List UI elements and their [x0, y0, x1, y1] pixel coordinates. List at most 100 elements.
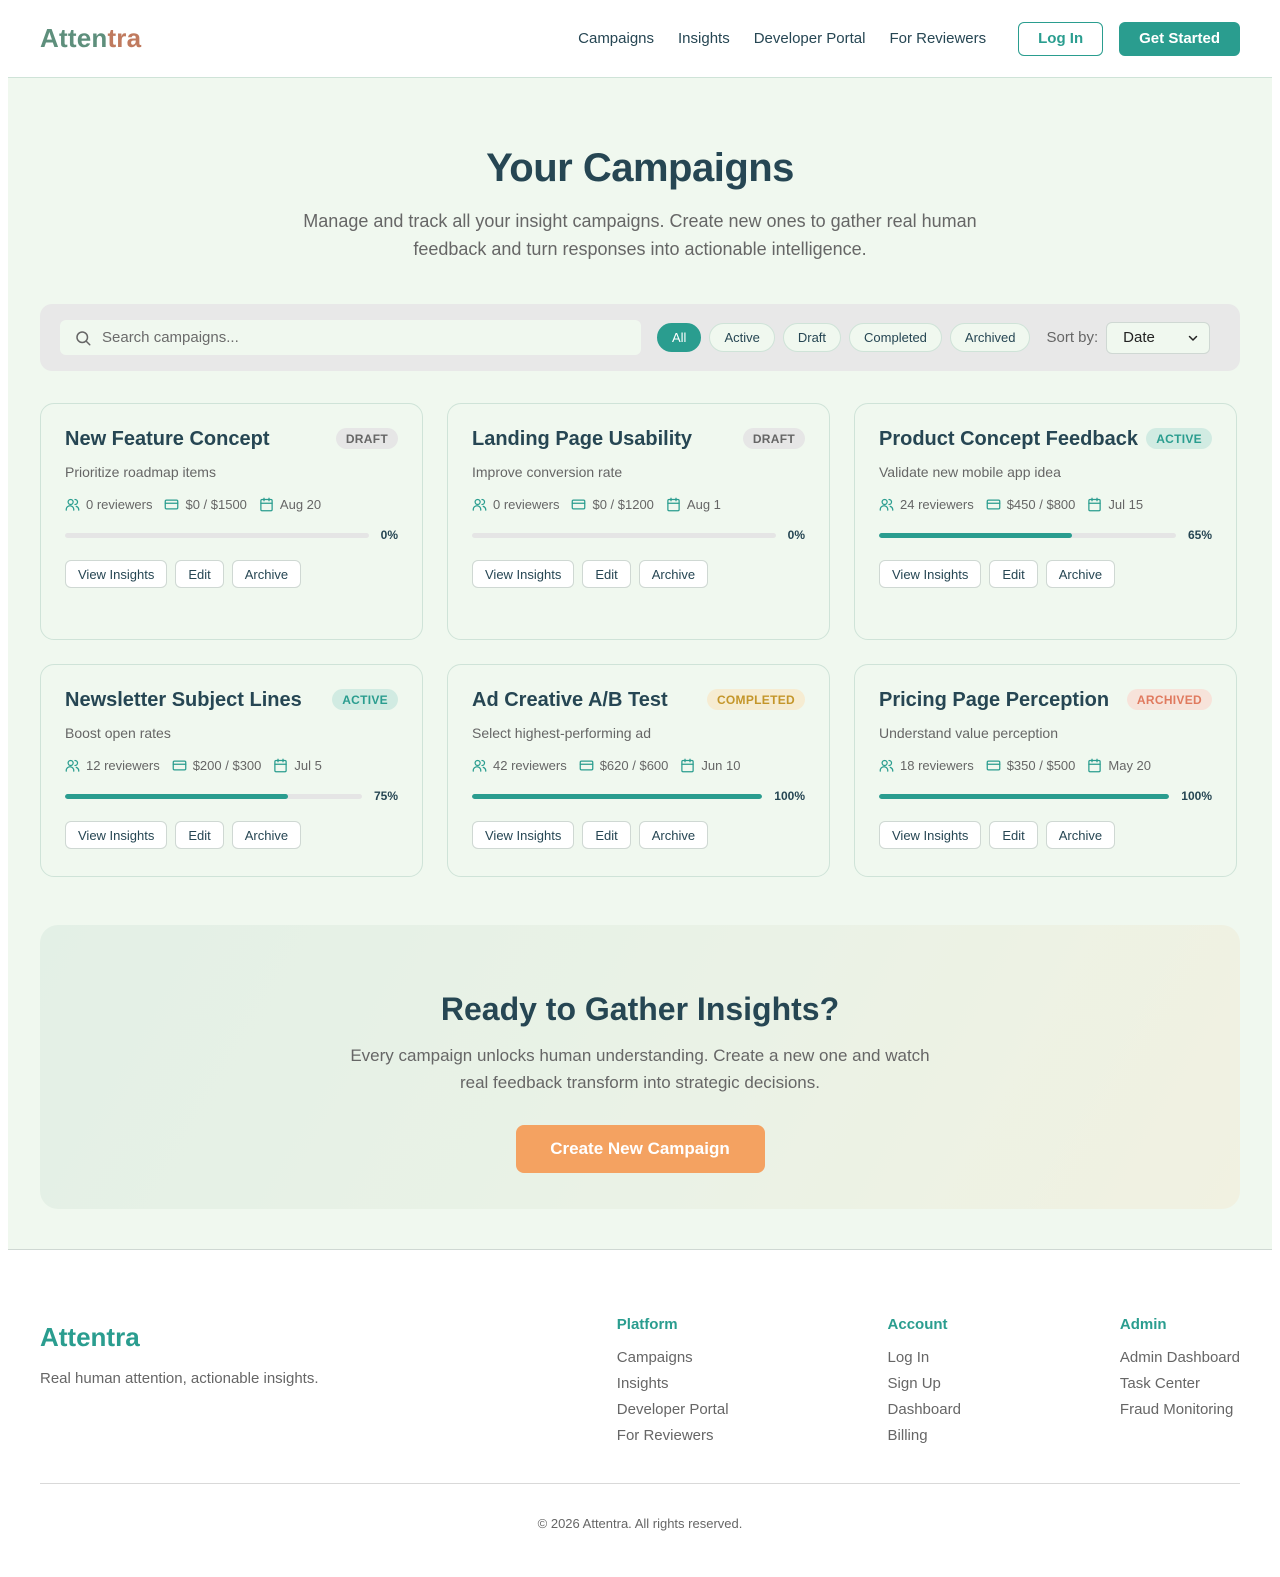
- cta-panel: Ready to Gather Insights? Every campaign…: [40, 925, 1240, 1209]
- nav-link-campaigns[interactable]: Campaigns: [578, 30, 654, 47]
- campaign-title[interactable]: Ad Creative A/B Test: [472, 689, 668, 712]
- progress-track: [472, 532, 776, 538]
- budget-text: $0 / $1200: [592, 497, 654, 512]
- budget: $620 / $600: [579, 758, 669, 773]
- edit-button[interactable]: Edit: [175, 560, 224, 588]
- campaign-description: Understand value perception: [879, 725, 1059, 741]
- budget-text: $350 / $500: [1006, 758, 1076, 773]
- view-insights-button[interactable]: View Insights: [472, 560, 575, 588]
- footer-link[interactable]: Campaigns: [617, 1345, 729, 1371]
- campaign-meta: 0 reviewers $0 / $1500 Aug 20: [65, 497, 398, 512]
- credit-card-icon: [986, 760, 1001, 771]
- progress: 75%: [65, 789, 398, 803]
- campaign-card[interactable]: Landing Page Usability DRAFT Improve con…: [447, 403, 830, 640]
- brand-logo[interactable]: Attentra: [40, 23, 141, 54]
- date-text: Aug 1: [686, 497, 721, 512]
- budget: $0 / $1200: [571, 497, 654, 512]
- archive-button[interactable]: Archive: [1045, 560, 1116, 588]
- page-title: Your Campaigns: [486, 146, 794, 190]
- progress-track: [472, 793, 763, 799]
- view-insights-button[interactable]: View Insights: [879, 560, 982, 588]
- users-icon: [472, 498, 487, 511]
- view-insights-button[interactable]: View Insights: [65, 560, 168, 588]
- campaign-card[interactable]: Pricing Page Perception ARCHIVED Underst…: [854, 664, 1237, 877]
- create-campaign-button[interactable]: Create New Campaign: [515, 1125, 765, 1173]
- due-date: Aug 20: [259, 497, 321, 512]
- reviewers-count: 24 reviewers: [879, 497, 974, 512]
- progress-track: [65, 793, 362, 799]
- users-icon: [472, 759, 487, 772]
- site-header: Attentra Campaigns Insights Developer Po…: [8, 0, 1272, 78]
- campaign-card[interactable]: New Feature Concept DRAFT Prioritize roa…: [40, 403, 423, 640]
- campaign-card[interactable]: Product Concept Feedback ACTIVE Validate…: [854, 403, 1237, 640]
- archive-button[interactable]: Archive: [1045, 821, 1116, 849]
- campaign-title[interactable]: Newsletter Subject Lines: [65, 689, 302, 712]
- campaign-card-wrapper: New Feature Concept DRAFT Prioritize roa…: [40, 403, 423, 640]
- due-date: Jul 15: [1087, 497, 1143, 512]
- progress: 65%: [879, 528, 1212, 542]
- search-input[interactable]: [102, 329, 602, 346]
- progress-fill: [879, 532, 1073, 538]
- archive-button[interactable]: Archive: [638, 821, 709, 849]
- filter-chip-all[interactable]: All: [657, 323, 702, 352]
- view-insights-button[interactable]: View Insights: [879, 821, 982, 849]
- copyright: © 2026 Attentra. All rights reserved.: [537, 1516, 743, 1531]
- campaign-title[interactable]: New Feature Concept: [65, 428, 269, 451]
- edit-button[interactable]: Edit: [989, 821, 1038, 849]
- sort-select[interactable]: Date: [1106, 321, 1211, 354]
- filter-chip-completed[interactable]: Completed: [849, 323, 942, 352]
- footer-link[interactable]: Admin Dashboard: [1120, 1345, 1240, 1371]
- campaign-title[interactable]: Product Concept Feedback: [879, 428, 1138, 451]
- footer-link[interactable]: Sign Up: [888, 1371, 961, 1397]
- filter-chip-archived[interactable]: Archived: [949, 323, 1031, 352]
- filter-chip-active[interactable]: Active: [709, 323, 775, 352]
- campaign-card[interactable]: Newsletter Subject Lines ACTIVE Boost op…: [40, 664, 423, 877]
- view-insights-button[interactable]: View Insights: [65, 821, 168, 849]
- archive-button[interactable]: Archive: [231, 560, 302, 588]
- footer-link[interactable]: Log In: [888, 1345, 961, 1371]
- reviewers-text: 12 reviewers: [86, 758, 160, 773]
- campaign-meta: 12 reviewers $200 / $300 Jul 5: [65, 758, 398, 773]
- login-button[interactable]: Log In: [1018, 21, 1104, 56]
- campaign-card-wrapper: Pricing Page Perception ARCHIVED Underst…: [854, 664, 1237, 877]
- footer-link[interactable]: Developer Portal: [617, 1397, 729, 1423]
- card-actions: View Insights Edit Archive: [472, 560, 805, 588]
- due-date: Jun 10: [680, 758, 740, 773]
- status-badge: ACTIVE: [1146, 428, 1212, 449]
- reviewers-text: 18 reviewers: [900, 758, 974, 773]
- edit-button[interactable]: Edit: [989, 560, 1038, 588]
- site-footer: Attentra Real human attention, actionabl…: [8, 1250, 1272, 1563]
- nav-link-insights[interactable]: Insights: [678, 30, 730, 47]
- view-insights-button[interactable]: View Insights: [472, 821, 575, 849]
- page-subtitle: Manage and track all your insight campai…: [303, 211, 977, 259]
- footer-link[interactable]: Billing: [888, 1423, 961, 1449]
- footer-column-title: Platform: [616, 1316, 678, 1333]
- footer-link[interactable]: Dashboard: [888, 1397, 961, 1423]
- campaign-meta: 0 reviewers $0 / $1200 Aug 1: [472, 497, 805, 512]
- filter-chip-draft[interactable]: Draft: [782, 323, 842, 352]
- footer-link[interactable]: Task Center: [1120, 1371, 1240, 1397]
- nav-link-developer-portal[interactable]: Developer Portal: [754, 30, 866, 47]
- archive-button[interactable]: Archive: [231, 821, 302, 849]
- footer-link[interactable]: For Reviewers: [617, 1423, 729, 1449]
- campaign-card[interactable]: Ad Creative A/B Test COMPLETED Select hi…: [447, 664, 830, 877]
- edit-button[interactable]: Edit: [175, 821, 224, 849]
- edit-button[interactable]: Edit: [582, 821, 631, 849]
- archive-button[interactable]: Archive: [638, 560, 709, 588]
- footer-link[interactable]: Fraud Monitoring: [1120, 1397, 1240, 1423]
- nav-link-for-reviewers[interactable]: For Reviewers: [889, 30, 986, 47]
- users-icon: [879, 759, 894, 772]
- search-box[interactable]: [60, 320, 641, 355]
- campaign-title[interactable]: Pricing Page Perception: [879, 689, 1109, 712]
- progress: 100%: [472, 789, 805, 803]
- campaign-title[interactable]: Landing Page Usability: [472, 428, 692, 451]
- date-text: May 20: [1108, 758, 1152, 773]
- budget-text: $620 / $600: [599, 758, 669, 773]
- campaign-meta: 42 reviewers $620 / $600 Jun 10: [472, 758, 805, 773]
- edit-button[interactable]: Edit: [582, 560, 631, 588]
- footer-link[interactable]: Insights: [617, 1371, 729, 1397]
- progress-percent: 0%: [380, 528, 398, 542]
- footer-logo[interactable]: Attentra: [40, 1322, 319, 1353]
- main-nav: Campaigns Insights Developer Portal For …: [554, 21, 1240, 56]
- get-started-button[interactable]: Get Started: [1119, 21, 1240, 56]
